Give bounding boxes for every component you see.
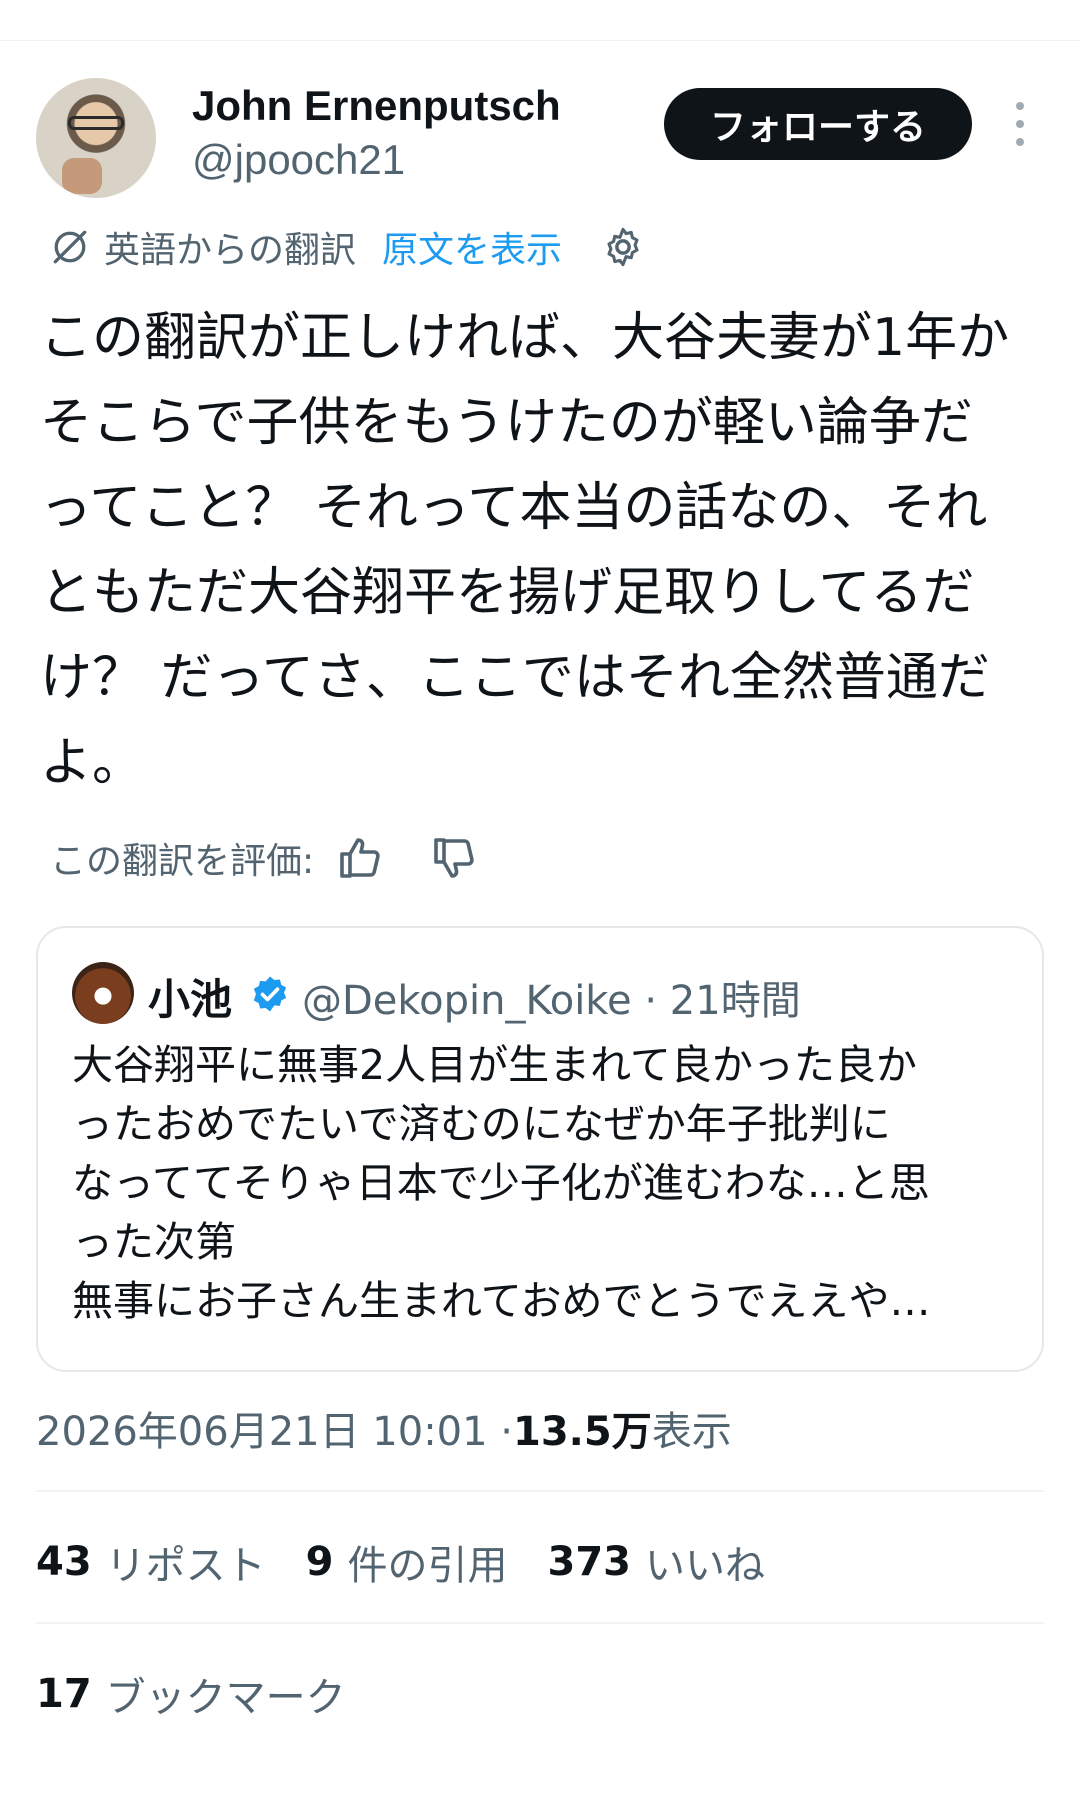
bookmarks-label: ブックマーク	[105, 1675, 346, 1721]
likes-count[interactable]: 373	[548, 1539, 632, 1585]
reposts-count[interactable]: 43	[36, 1539, 92, 1585]
avatar-glasses	[68, 116, 124, 130]
views-count: 13.5万	[513, 1409, 652, 1455]
bookmarks-count: 17	[36, 1671, 92, 1717]
author-avatar[interactable]	[36, 78, 156, 198]
thumbs-up-icon[interactable]	[336, 834, 384, 882]
show-original-link[interactable]: 原文を表示	[382, 221, 562, 273]
quoted-tweet-text: 大谷翔平に無事2人目が生まれて良かった良か ったおめでたいで済むのになぜか年子批…	[72, 1041, 931, 1325]
divider	[36, 1490, 1044, 1492]
quotes-label[interactable]: 件の引用	[348, 1533, 508, 1591]
likes-label[interactable]: いいね	[645, 1533, 765, 1591]
quoted-author-avatar	[72, 962, 134, 1024]
quoted-tweet-card[interactable]: 小池 @Dekopin_Koike · 21時間 大谷翔平に無事2人目が生まれて…	[36, 926, 1044, 1372]
quotes-count[interactable]: 9	[306, 1539, 334, 1585]
tweet-text: この翻訳が正しければ、大谷夫妻が1年か そこらで子供をもうけたのが軽い論争だ っ…	[40, 308, 1010, 793]
more-vertical-icon[interactable]	[1006, 102, 1034, 146]
rate-translation-row: この翻訳を評価:	[50, 834, 478, 882]
thumbs-down-icon[interactable]	[430, 834, 478, 882]
tweet-timestamp[interactable]: 2026年06月21日 10:01 ·	[36, 1399, 513, 1457]
top-divider	[0, 40, 1080, 41]
follow-button[interactable]: フォローする	[664, 88, 972, 160]
gear-icon[interactable]	[600, 224, 646, 270]
divider	[36, 1622, 1044, 1624]
translation-bar: 英語からの翻訳 原文を表示	[48, 222, 646, 272]
rate-translation-label: この翻訳を評価:	[50, 841, 315, 882]
reposts-label[interactable]: リポスト	[106, 1533, 266, 1591]
translation-label: 英語からの翻訳	[104, 230, 357, 271]
avatar-hand	[62, 158, 102, 194]
quoted-author-name: 小池	[148, 975, 233, 1024]
views-label: 表示	[651, 1409, 732, 1455]
bookmarks-row: 17 ブックマーク	[36, 1666, 386, 1722]
verified-badge-icon	[253, 976, 287, 1012]
engagement-stats-row: 43 リポスト 9 件の引用 373 いいね	[36, 1534, 805, 1590]
translate-icon	[53, 230, 87, 264]
tweet-meta-row: 2026年06月21日 10:01 · 13.5万 表示	[36, 1400, 732, 1456]
quoted-author-meta: @Dekopin_Koike · 21時間	[302, 978, 801, 1024]
author-handle[interactable]: @jpooch21	[192, 136, 405, 184]
author-name[interactable]: John Ernenputsch	[192, 82, 561, 130]
